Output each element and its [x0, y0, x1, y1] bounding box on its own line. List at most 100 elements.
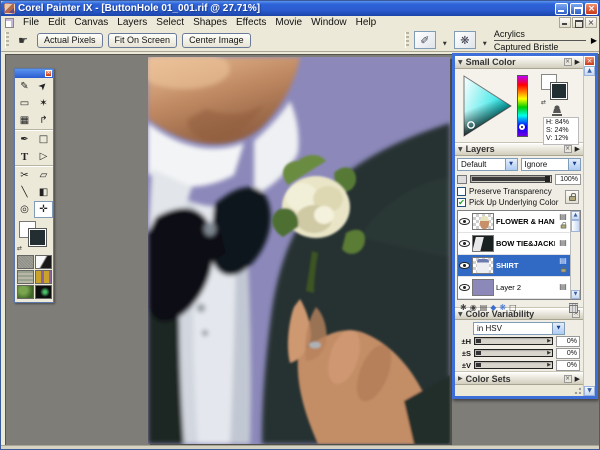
hue-variability-value[interactable]: 0% [556, 335, 580, 347]
dropper-tool[interactable]: ╲ [15, 184, 34, 201]
brush-category-icon[interactable]: ✐ [413, 31, 436, 49]
child-minimize-icon[interactable] [559, 17, 571, 28]
collapse-icon[interactable]: ▼ [458, 146, 463, 153]
text-tool[interactable]: T [15, 148, 34, 165]
toolbox-close-icon[interactable]: × [45, 70, 52, 77]
rectangular-shape-tool[interactable]: □ [34, 131, 53, 148]
scroll-down-icon[interactable]: ▼ [584, 386, 595, 396]
menu-shapes[interactable]: Shapes [193, 17, 227, 28]
group-layers-icon[interactable]: ▤ [480, 303, 488, 313]
brush-selector-flyout-icon[interactable]: ▶ [591, 36, 597, 45]
composite-depth-select[interactable]: Ignore ▼ [520, 157, 581, 171]
layer-thumbnail[interactable] [472, 212, 494, 230]
canvas-painting[interactable] [148, 57, 450, 444]
layer-name[interactable]: FLOWER & HAND [496, 217, 555, 226]
main-color-swatch[interactable] [550, 81, 568, 100]
layer-adjuster-tool[interactable]: ➤ [34, 78, 53, 95]
collapsed-icon[interactable]: ▶ [458, 375, 463, 382]
center-image-button[interactable]: Center Image [182, 32, 251, 48]
new-layer-icon[interactable]: □ [509, 303, 517, 313]
layer-row-flower-hand[interactable]: FLOWER & HAND ▤ [458, 211, 580, 233]
layer-row-shirt-selected[interactable]: SHIRT ▤ [458, 254, 580, 277]
eraser-tool[interactable]: ▱ [34, 167, 53, 184]
pan-hand-icon[interactable]: ☛ [14, 32, 32, 49]
brush-category-label[interactable]: Acrylics [493, 29, 586, 41]
scrollbar-track[interactable] [584, 76, 595, 386]
visibility-eye-icon[interactable] [459, 261, 470, 269]
layers-close-icon[interactable]: × [563, 145, 572, 154]
small-color-flyout-icon[interactable]: ▶ [575, 58, 580, 66]
menu-window[interactable]: Window [311, 17, 347, 28]
swap-colors-icon[interactable]: ⇄ [541, 99, 546, 106]
scroll-up-icon[interactable]: ▲ [571, 210, 580, 220]
palette-close-icon[interactable]: × [584, 56, 595, 66]
brush-variant-label[interactable]: Captured Bristle [494, 41, 586, 52]
value-variability-value[interactable]: 0% [556, 359, 580, 371]
layer-name[interactable]: Layer 2 [496, 283, 555, 292]
dropdown-icon[interactable]: ▼ [552, 323, 564, 335]
menu-canvas[interactable]: Canvas [74, 17, 108, 28]
new-liquid-ink-layer-icon[interactable]: ❋ [499, 303, 506, 313]
layer-row-bowtie-jacket[interactable]: BOW TIE&JACKET ▤ [458, 233, 580, 255]
hsv-triangle[interactable] [463, 74, 513, 137]
color-sets-close-icon[interactable]: × [563, 374, 572, 383]
magic-wand-tool[interactable]: ✶ [34, 95, 53, 112]
layers-flyout-icon[interactable]: ▶ [575, 145, 580, 153]
menu-file[interactable]: File [23, 17, 39, 28]
delete-layer-icon[interactable] [569, 302, 578, 313]
selection-adjuster-tool[interactable]: ↱ [34, 112, 53, 129]
shape-selection-tool[interactable]: ▷ [34, 148, 53, 165]
gradient-selector[interactable] [35, 255, 52, 269]
dropdown-icon[interactable]: ▼ [568, 158, 580, 170]
script-selector[interactable] [35, 285, 52, 299]
composite-method-select[interactable]: Default ▼ [457, 157, 518, 171]
small-color-close-icon[interactable]: × [563, 58, 572, 67]
dynamic-plugins-icon[interactable]: ✱ [460, 303, 467, 313]
title-bar[interactable]: Corel Painter IX - [ButtonHole 01_001.ri… [1, 1, 599, 16]
layers-header[interactable]: ▼ Layers × ▶ [455, 142, 583, 156]
layer-thumbnail[interactable] [472, 234, 494, 252]
resize-grip[interactable] [573, 385, 581, 394]
visibility-eye-icon[interactable] [459, 239, 470, 247]
small-color-header[interactable]: ▼ Small Color × ▶ [455, 56, 583, 69]
preserve-transparency-checkbox[interactable] [457, 186, 466, 196]
layer-thumbnail-toggle-icon[interactable] [457, 174, 467, 184]
new-watercolor-layer-icon[interactable]: ◆ [490, 303, 496, 313]
value-variability-slider[interactable]: ▶ [474, 361, 553, 370]
opacity-slider-handle[interactable] [545, 176, 550, 183]
minimize-icon[interactable] [555, 2, 568, 15]
nozzle-selector[interactable] [17, 285, 34, 299]
opacity-slider[interactable] [470, 175, 552, 184]
restore-icon[interactable] [570, 2, 583, 15]
dropdown-icon[interactable]: ▼ [504, 158, 517, 170]
crop-tool[interactable]: ▦ [15, 112, 34, 129]
menu-layers[interactable]: Layers [117, 17, 147, 28]
layer-name[interactable]: BOW TIE&JACKET [496, 239, 555, 248]
pattern-selector[interactable] [35, 270, 52, 284]
hue-marker[interactable] [519, 123, 525, 130]
brush-tool[interactable]: ✎ [15, 78, 34, 95]
scrollbar-thumb[interactable] [571, 219, 580, 232]
rectangular-selection-tool[interactable]: ▭ [15, 95, 34, 112]
menu-select[interactable]: Select [156, 17, 184, 28]
grabber-tool[interactable]: ✛ [34, 201, 53, 218]
layer-thumbnail[interactable] [472, 278, 494, 296]
variability-mode-select[interactable]: in HSV ▼ [473, 322, 565, 336]
layer-list-scrollbar[interactable]: ▲ ▼ [570, 210, 580, 299]
brush-selector[interactable]: Acrylics Captured Bristle [493, 29, 586, 52]
canvas-document[interactable] [148, 57, 450, 444]
layer-row-layer2[interactable]: Layer 2 ▤ [458, 277, 580, 299]
magnifier-tool[interactable]: ◎ [15, 201, 34, 218]
child-restore-icon[interactable] [572, 17, 584, 28]
brush-selector-drag-handle[interactable] [404, 32, 409, 48]
pen-tool[interactable]: ✒ [15, 131, 34, 148]
saturation-variability-value[interactable]: 0% [556, 347, 580, 359]
pick-up-underlying-color-checkbox[interactable]: ✔ [457, 197, 466, 207]
brush-variant-icon[interactable]: ❋ [453, 31, 476, 49]
lock-layer-button[interactable] [565, 189, 579, 204]
toolbar-drag-handle[interactable] [5, 32, 9, 48]
visibility-eye-icon[interactable] [459, 283, 470, 291]
weave-selector[interactable] [17, 270, 34, 284]
menu-effects[interactable]: Effects [236, 17, 266, 28]
menu-help[interactable]: Help [356, 17, 377, 28]
